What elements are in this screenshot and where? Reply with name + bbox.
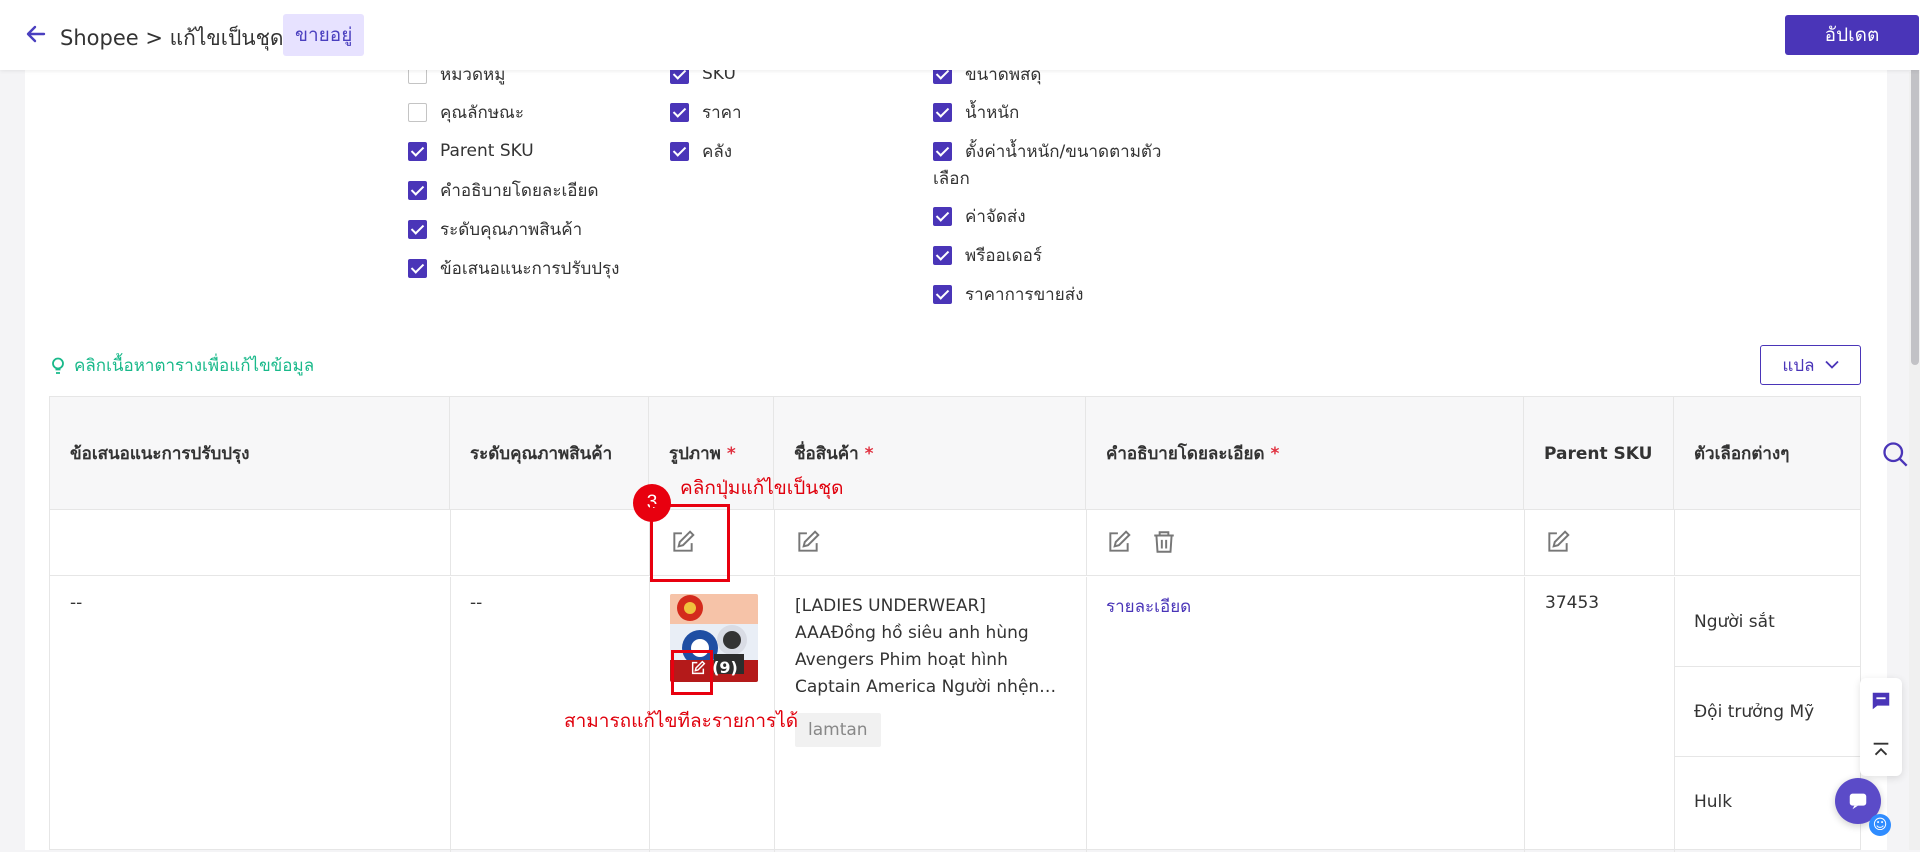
table-row[interactable]: -- -- (9) [LADIES UNDERWEAR] AAAĐồng hồ …: [50, 577, 1860, 852]
trash-icon[interactable]: [1151, 529, 1177, 555]
chevron-down-icon: [1824, 360, 1839, 369]
suggestion-cell[interactable]: --: [70, 593, 82, 613]
scrollbar-thumb[interactable]: [1911, 45, 1919, 365]
description-detail-link[interactable]: รายละเอียด: [1106, 593, 1191, 620]
lightbulb-icon: [52, 357, 64, 374]
field-label: ตั้งค่าน้ำหนัก/ขนาดตามตัว: [965, 141, 1162, 162]
field-option-wholesale[interactable]: ราคาการขายส่ง: [933, 282, 1083, 306]
update-button[interactable]: อัปเดต: [1785, 15, 1919, 55]
bulk-edit-description-icon[interactable]: [1106, 529, 1132, 555]
bulk-edit-parent-sku-icon[interactable]: [1545, 529, 1571, 555]
field-label: ค่าจัดส่ง: [965, 206, 1026, 227]
bulk-edit-callout-text: คลิกปุ่มแก้ไขเป็นชุด: [680, 477, 844, 499]
field-option-weight[interactable]: น้ำหนัก: [933, 100, 1019, 124]
parent-sku-cell[interactable]: 37453: [1545, 593, 1599, 613]
checkbox-checked[interactable]: [670, 102, 689, 122]
checkbox-checked[interactable]: [933, 102, 952, 122]
bulk-edit-name-icon[interactable]: [795, 529, 821, 555]
bulk-edit-row: [50, 510, 1860, 576]
field-option-weight-by-variant[interactable]: ตั้งค่าน้ำหนัก/ขนาดตามตัว: [933, 139, 1161, 163]
column-header-description: คำอธิบายโดยละเอียด *: [1086, 397, 1524, 510]
checkbox-checked[interactable]: [933, 245, 952, 265]
field-option-description[interactable]: คำอธิบายโดยละเอียด: [408, 178, 599, 202]
image-count: (9): [712, 658, 738, 677]
field-option-stock[interactable]: คลัง: [670, 139, 732, 163]
required-mark: *: [726, 443, 736, 464]
checkbox-checked[interactable]: [670, 141, 689, 161]
checkbox-checked[interactable]: [408, 141, 427, 161]
variant-item[interactable]: Đội trưởng Mỹ: [1674, 667, 1860, 757]
checkbox-checked[interactable]: [933, 284, 952, 304]
field-option-attribute[interactable]: คุณลักษณะ: [408, 100, 524, 124]
field-label: ระดับคุณภาพสินค้า: [440, 219, 583, 240]
column-header-variants: ตัวเลือกต่างๆ: [1694, 444, 1790, 464]
side-toolbar: [1860, 678, 1902, 776]
field-label: น้ำหนัก: [965, 102, 1020, 123]
field-label: พรีออเดอร์: [965, 245, 1042, 266]
item-edit-callout-text: สามารถแก้ไขทีละรายการได้: [564, 710, 799, 732]
required-mark: *: [864, 443, 874, 464]
bulk-edit-highlight-box: [650, 504, 730, 582]
checkbox[interactable]: [408, 102, 427, 122]
field-label: คลัง: [702, 141, 733, 162]
required-mark: *: [1270, 443, 1280, 464]
back-arrow-icon[interactable]: [24, 22, 48, 46]
translate-dropdown-button[interactable]: แปล: [1760, 345, 1861, 385]
top-bar: Shopee > แก้ไขเป็นชุด ขายอยู่ อัปเดต: [0, 0, 1920, 70]
field-option-suggestion[interactable]: ข้อเสนอแนะการปรับปรุง: [408, 256, 619, 280]
edit-hint: คลิกเนื้อหาตารางเพื่อแก้ไขข้อมูล: [50, 352, 314, 379]
product-name-cell[interactable]: [LADIES UNDERWEAR] AAAĐồng hồ siêu anh h…: [795, 593, 1065, 701]
field-option-parent-sku[interactable]: Parent SKU: [408, 139, 534, 163]
field-label: คำอธิบายโดยละเอียด: [440, 180, 599, 201]
variant-item[interactable]: Người sắt: [1674, 577, 1860, 667]
field-label: คุณลักษณะ: [440, 102, 524, 123]
field-option-preorder[interactable]: พรีออเดอร์: [933, 243, 1042, 267]
checkbox-checked[interactable]: [408, 258, 427, 278]
feedback-icon[interactable]: [1870, 690, 1892, 712]
smile-icon: ☺: [1869, 814, 1891, 836]
checkbox-checked[interactable]: [408, 180, 427, 200]
field-label: เลือก: [933, 168, 970, 189]
column-header-quality: ระดับคุณภาพสินค้า: [450, 397, 649, 510]
translate-label: แปล: [1782, 355, 1815, 376]
product-table: ข้อเสนอแนะการปรับปรุง ระดับคุณภาพสินค้า …: [49, 396, 1861, 852]
status-badge: ขายอยู่: [283, 14, 365, 56]
field-label: ราคาการขายส่ง: [965, 284, 1084, 305]
product-tag: lamtan: [795, 713, 881, 747]
checkbox-checked[interactable]: [408, 219, 427, 239]
field-option-price[interactable]: ราคา: [670, 100, 742, 124]
field-option-weight-by-variant-line2: เลือก: [933, 166, 970, 190]
hint-text: คลิกเนื้อหาตารางเพื่อแก้ไขข้อมูล: [74, 356, 315, 376]
quality-cell[interactable]: --: [470, 593, 482, 613]
checkbox-checked[interactable]: [933, 206, 952, 226]
variant-item[interactable]: Hulk: [1674, 757, 1860, 847]
field-label: ราคา: [702, 102, 742, 123]
field-option-shipping-fee[interactable]: ค่าจัดส่ง: [933, 204, 1026, 228]
search-icon[interactable]: [1881, 440, 1909, 468]
breadcrumb: Shopee > แก้ไขเป็นชุด: [60, 26, 284, 50]
back-to-top-icon[interactable]: [1870, 740, 1892, 762]
field-label: ข้อเสนอแนะการปรับปรุง: [440, 258, 620, 279]
table-header: ข้อเสนอแนะการปรับปรุง ระดับคุณภาพสินค้า …: [50, 397, 1860, 510]
field-label: Parent SKU: [440, 141, 534, 161]
column-header-suggestion: ข้อเสนอแนะการปรับปรุง: [50, 397, 450, 510]
column-header-parent-sku: Parent SKU: [1524, 397, 1674, 510]
checkbox-checked[interactable]: [933, 141, 952, 161]
field-option-quality[interactable]: ระดับคุณภาพสินค้า: [408, 217, 582, 241]
item-edit-highlight-box: [671, 650, 713, 695]
chat-icon: [1849, 793, 1867, 810]
